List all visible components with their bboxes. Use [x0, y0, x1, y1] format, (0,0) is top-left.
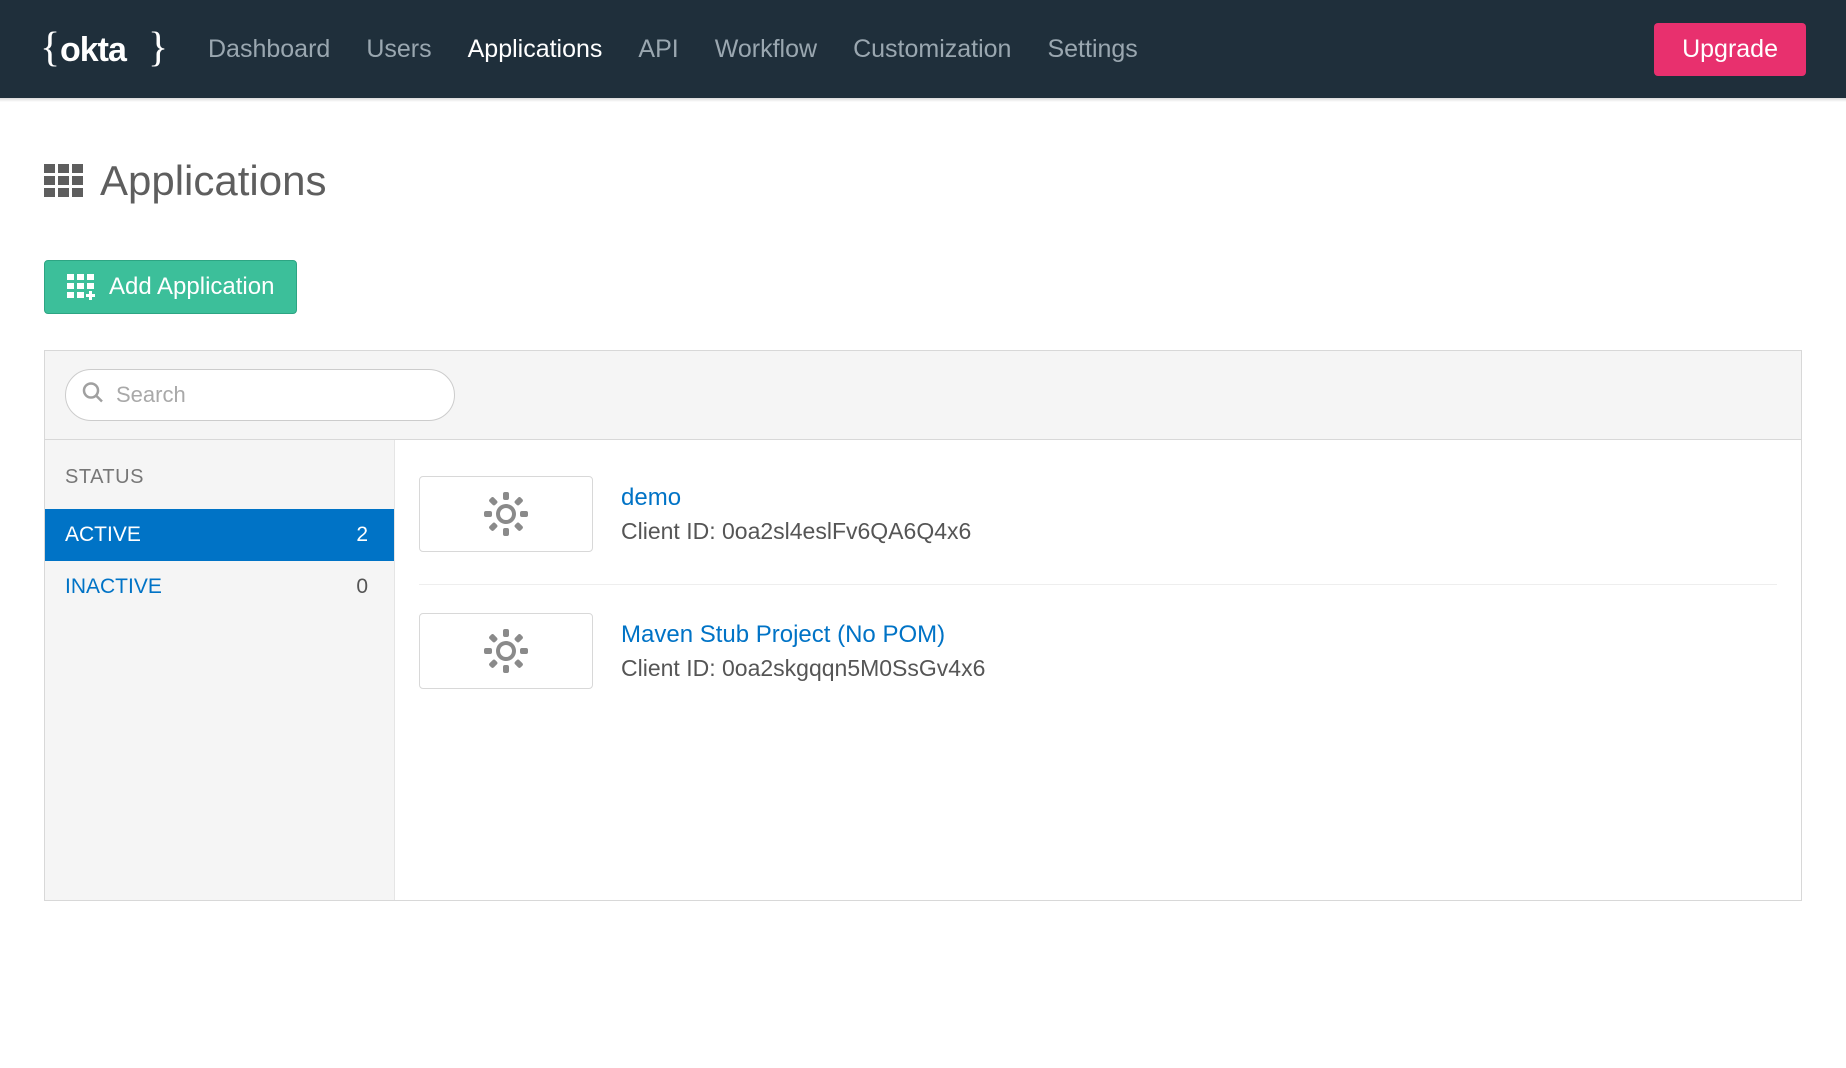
- app-client-id: Client ID: 0oa2sl4eslFv6QA6Q4x6: [621, 518, 971, 545]
- add-application-label: Add Application: [109, 273, 274, 301]
- app-name-link[interactable]: demo: [621, 484, 681, 512]
- svg-text:}: }: [148, 25, 168, 71]
- status-filter-label: ACTIVE: [65, 523, 141, 547]
- status-filter-label: INACTIVE: [65, 575, 162, 599]
- page-title: Applications: [100, 157, 326, 205]
- panel-body: STATUS ACTIVE 2 INACTIVE 0: [45, 440, 1801, 900]
- page-content: Applications Add Application: [0, 102, 1846, 901]
- apps-grid-icon: [44, 164, 84, 198]
- nav-items: Dashboard Users Applications API Workflo…: [208, 35, 1654, 64]
- nav-workflow[interactable]: Workflow: [715, 35, 817, 64]
- sidebar-heading: STATUS: [45, 440, 394, 509]
- okta-logo-icon: { okta }: [40, 19, 168, 79]
- client-id-label: Client ID:: [621, 655, 722, 681]
- nav-applications[interactable]: Applications: [468, 35, 603, 64]
- status-filter-inactive[interactable]: INACTIVE 0: [45, 561, 394, 613]
- app-icon-box[interactable]: [419, 613, 593, 689]
- status-filter-count: 0: [356, 575, 368, 599]
- gear-icon: [482, 490, 530, 538]
- nav-settings[interactable]: Settings: [1047, 35, 1137, 64]
- app-client-id: Client ID: 0oa2skgqqn5M0SsGv4x6: [621, 655, 985, 682]
- app-row: demo Client ID: 0oa2sl4eslFv6QA6Q4x6: [419, 462, 1777, 585]
- client-id-value: 0oa2sl4eslFv6QA6Q4x6: [722, 518, 971, 544]
- svg-text:okta: okta: [60, 31, 128, 69]
- search-wrap: [65, 369, 455, 421]
- logo[interactable]: { okta }: [40, 19, 168, 79]
- status-filter-count: 2: [356, 523, 368, 547]
- nav-users[interactable]: Users: [366, 35, 431, 64]
- svg-text:{: {: [40, 25, 60, 71]
- app-name-link[interactable]: Maven Stub Project (No POM): [621, 621, 945, 649]
- app-info: demo Client ID: 0oa2sl4eslFv6QA6Q4x6: [621, 484, 971, 545]
- upgrade-button[interactable]: Upgrade: [1654, 23, 1806, 76]
- app-list: demo Client ID: 0oa2sl4eslFv6QA6Q4x6: [395, 440, 1801, 900]
- app-icon-box[interactable]: [419, 476, 593, 552]
- gear-icon: [482, 627, 530, 675]
- add-apps-icon: [67, 274, 95, 300]
- status-filter-active[interactable]: ACTIVE 2: [45, 509, 394, 561]
- client-id-label: Client ID:: [621, 518, 722, 544]
- search-input[interactable]: [65, 369, 455, 421]
- client-id-value: 0oa2skgqqn5M0SsGv4x6: [722, 655, 985, 681]
- app-row: Maven Stub Project (No POM) Client ID: 0…: [419, 599, 1777, 703]
- top-nav: { okta } Dashboard Users Applications AP…: [0, 0, 1846, 98]
- search-bar: [45, 351, 1801, 440]
- status-sidebar: STATUS ACTIVE 2 INACTIVE 0: [45, 440, 395, 900]
- app-info: Maven Stub Project (No POM) Client ID: 0…: [621, 621, 985, 682]
- apps-panel: STATUS ACTIVE 2 INACTIVE 0: [44, 350, 1802, 901]
- add-application-button[interactable]: Add Application: [44, 260, 297, 314]
- nav-customization[interactable]: Customization: [853, 35, 1011, 64]
- nav-dashboard[interactable]: Dashboard: [208, 35, 330, 64]
- page-title-row: Applications: [44, 157, 1802, 205]
- nav-api[interactable]: API: [638, 35, 678, 64]
